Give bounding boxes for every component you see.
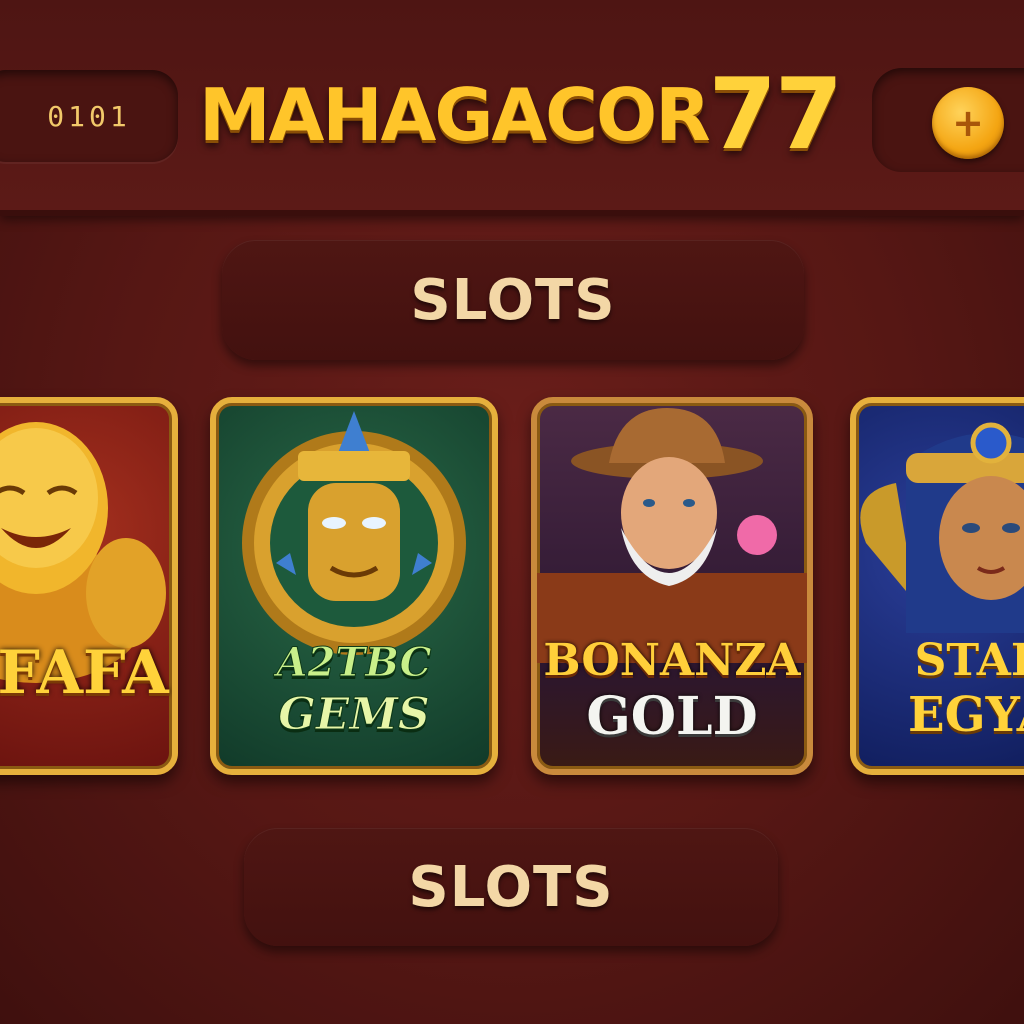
game-card-aztec-gems[interactable]: A2TBC GEMS bbox=[210, 397, 498, 775]
game-title-line1: A2TBC bbox=[276, 639, 432, 686]
game-title-line1: STAR bbox=[914, 635, 1024, 686]
game-title-line2: GOLD bbox=[586, 686, 758, 747]
slots-label: SLOTS bbox=[410, 267, 616, 333]
slots-category-button[interactable]: SLOTS bbox=[222, 240, 804, 360]
game-card-star-egypt[interactable]: STAR EGYA bbox=[850, 397, 1024, 775]
add-funds-button[interactable]: + bbox=[932, 87, 1004, 159]
laughing-buddha-art bbox=[0, 422, 166, 683]
game-title-line2: GEMS bbox=[278, 689, 431, 740]
plus-icon: + bbox=[952, 101, 984, 145]
game-card-fafa[interactable]: FAFA bbox=[0, 397, 178, 775]
site-logo[interactable]: MAHAGACOR 77 bbox=[199, 58, 843, 172]
balance-display[interactable]: 0101 bbox=[0, 70, 178, 162]
game-card-bonanza-gold[interactable]: BONANZA GOLD bbox=[531, 397, 813, 775]
game-title-line2: EGYA bbox=[907, 687, 1024, 743]
slots-label: SLOTS bbox=[408, 854, 614, 920]
balance-value: 0101 bbox=[47, 99, 131, 133]
game-title: FAFA bbox=[0, 638, 169, 708]
slots-category-button-bottom[interactable]: SLOTS bbox=[244, 828, 778, 946]
logo-text: MAHAGACOR bbox=[198, 73, 711, 157]
game-title-line1: BONANZA bbox=[543, 635, 801, 686]
logo-number: 77 bbox=[708, 58, 843, 172]
